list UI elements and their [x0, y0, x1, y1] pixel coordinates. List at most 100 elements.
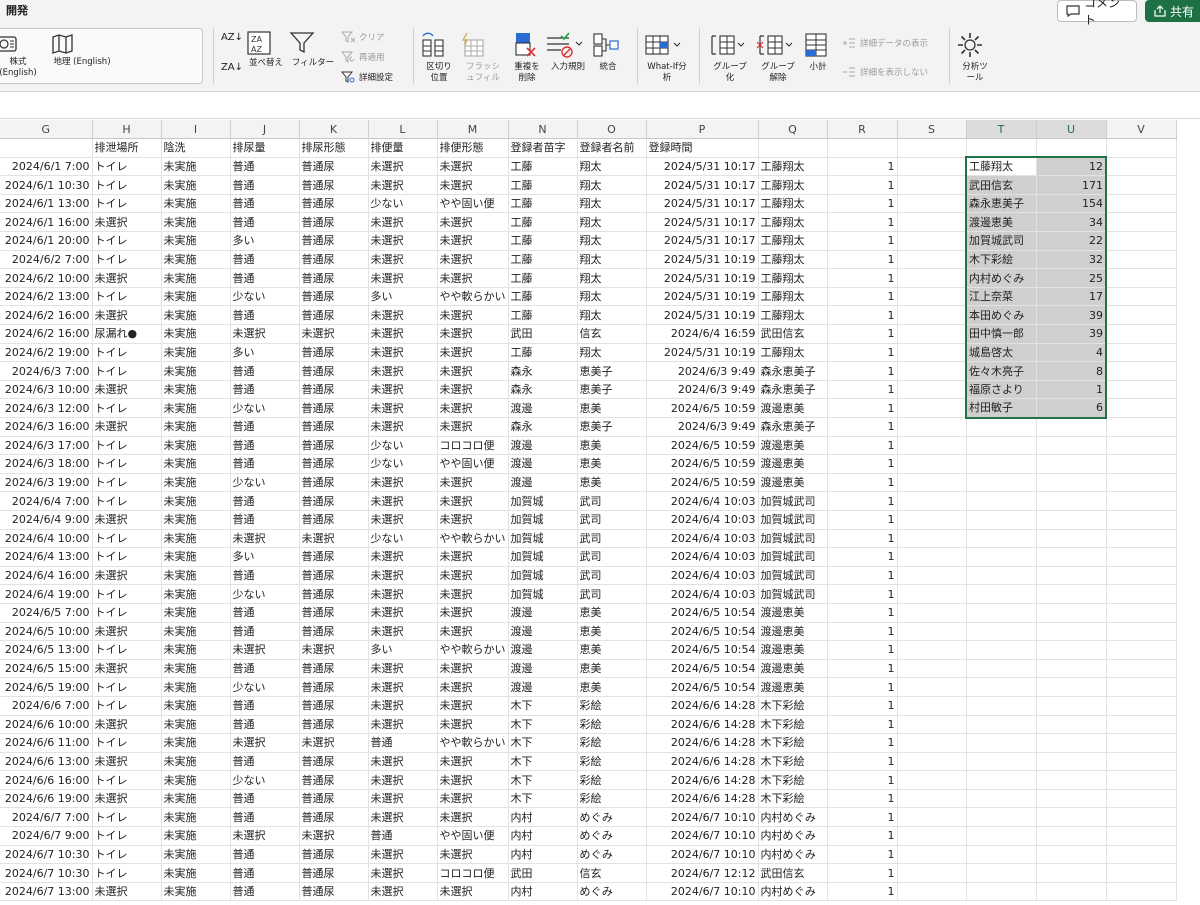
cell[interactable]: 1	[827, 752, 898, 772]
cell[interactable]: 森永恵美子	[758, 361, 828, 381]
cell[interactable]: 内村めぐみ	[758, 807, 828, 828]
cell[interactable]	[897, 343, 967, 363]
cell[interactable]: 未選択	[368, 473, 438, 493]
cell[interactable]: 未選択	[230, 529, 300, 549]
cell[interactable]: トイレ	[92, 194, 162, 214]
formula-bar[interactable]	[0, 93, 1200, 119]
cell[interactable]: 2024/6/2 13:00	[0, 287, 93, 307]
cell[interactable]	[1036, 882, 1107, 902]
cell[interactable]: 未選択	[299, 826, 369, 846]
cell[interactable]: 2024/6/3 12:00	[0, 398, 93, 418]
cell[interactable]: 未実施	[161, 529, 231, 549]
cell[interactable]: 木下彩絵	[758, 752, 828, 772]
cell[interactable]: 未選択	[368, 603, 438, 623]
cell[interactable]: トイレ	[92, 454, 162, 474]
cell[interactable]: 未選択	[92, 510, 162, 530]
cell[interactable]	[1106, 436, 1177, 456]
cell[interactable]: 普通	[230, 212, 300, 233]
cell[interactable]: めぐみ	[577, 845, 647, 865]
cell[interactable]: 未実施	[161, 640, 231, 660]
cell[interactable]: 翔太	[577, 268, 647, 288]
cell[interactable]: 未選択	[368, 677, 438, 697]
cell[interactable]: コロコロ便	[437, 863, 509, 883]
cell[interactable]	[966, 863, 1037, 883]
cell[interactable]	[1036, 845, 1107, 865]
cell[interactable]	[897, 361, 967, 381]
cell[interactable]	[1106, 547, 1177, 567]
cell[interactable]: 未選択	[437, 380, 509, 400]
cell[interactable]: 渡邊	[508, 473, 578, 493]
cell[interactable]: 未実施	[161, 175, 231, 195]
cell[interactable]: 未実施	[161, 417, 231, 437]
cell[interactable]: 彩絵	[577, 696, 647, 716]
cell[interactable]	[966, 715, 1037, 735]
cell[interactable]: 渡邊	[508, 677, 578, 697]
cell[interactable]: 未選択	[437, 882, 509, 902]
cell[interactable]: 木下	[508, 770, 578, 790]
cell[interactable]: 少ない	[230, 398, 300, 418]
cell[interactable]: トイレ	[92, 696, 162, 716]
cell[interactable]: 渡邊恵美	[758, 622, 828, 642]
cell[interactable]: 未実施	[161, 733, 231, 753]
cell[interactable]: 未選択	[368, 659, 438, 679]
cell[interactable]: 普通尿	[299, 231, 369, 251]
cell[interactable]: 工藤	[508, 287, 578, 307]
cell[interactable]: 普通尿	[299, 212, 369, 233]
cell[interactable]: 未選択	[368, 157, 438, 177]
cell[interactable]: 2024/6/4 10:03	[646, 510, 759, 530]
cell[interactable]: 加賀城武司	[758, 491, 828, 511]
cell[interactable]: 武司	[577, 529, 647, 549]
cell[interactable]: 1	[827, 640, 898, 660]
cell[interactable]	[897, 845, 967, 865]
cell[interactable]: 1	[827, 380, 898, 400]
cell[interactable]	[1106, 250, 1177, 270]
cell[interactable]: 1	[827, 324, 898, 344]
cell[interactable]	[1106, 510, 1177, 530]
cell[interactable]: 普通尿	[299, 715, 369, 735]
cell[interactable]: 少ない	[368, 454, 438, 474]
cell[interactable]: 未選択	[437, 473, 509, 493]
cell[interactable]: 未選択	[230, 733, 300, 753]
cell[interactable]: 34	[1036, 212, 1107, 233]
cell[interactable]: 普通尿	[299, 343, 369, 363]
cell[interactable]: 恵美	[577, 640, 647, 660]
cell[interactable]	[897, 677, 967, 697]
cell[interactable]	[897, 398, 967, 418]
cell[interactable]	[966, 807, 1037, 828]
cell[interactable]: 2024/6/4 10:03	[646, 547, 759, 567]
cell[interactable]: 2024/5/31 10:17	[646, 231, 759, 251]
cell[interactable]	[1106, 175, 1177, 195]
cell[interactable]: 工藤翔太	[758, 175, 828, 195]
cell[interactable]: 未選択	[368, 882, 438, 902]
cell[interactable]: 2024/6/3 16:00	[0, 417, 93, 437]
cell[interactable]	[966, 696, 1037, 716]
cell[interactable]: 12	[1036, 156, 1107, 177]
cell[interactable]: 未実施	[161, 398, 231, 418]
cell[interactable]: 1	[827, 436, 898, 456]
cell[interactable]: 翔太	[577, 231, 647, 251]
cell[interactable]: 普通尿	[299, 770, 369, 790]
cell[interactable]: 2024/6/6 14:28	[646, 770, 759, 790]
cell[interactable]: 森永恵美子	[758, 380, 828, 400]
cell[interactable]: 未選択	[368, 584, 438, 604]
cell[interactable]: 2024/6/5 10:54	[646, 659, 759, 679]
cell[interactable]: 工藤翔太	[965, 156, 1037, 177]
cell[interactable]: 未実施	[161, 566, 231, 586]
cell[interactable]	[897, 640, 967, 660]
what-if-analysis-button[interactable]: What-If分析	[642, 30, 692, 84]
cell[interactable]: 2024/6/7 10:30	[0, 845, 93, 865]
cell[interactable]: トイレ	[92, 733, 162, 753]
cell[interactable]	[1036, 640, 1107, 660]
cell[interactable]: 普通尿	[299, 752, 369, 772]
cell[interactable]: 2024/6/4 16:00	[0, 566, 93, 586]
cell[interactable]	[1036, 566, 1107, 586]
cell[interactable]: 恵美	[577, 659, 647, 679]
cell[interactable]: 39	[1036, 324, 1107, 344]
cell[interactable]: 恵美子	[577, 417, 647, 437]
cell[interactable]: 2024/6/1 13:00	[0, 194, 93, 214]
cell[interactable]: 未実施	[161, 380, 231, 400]
cell[interactable]: 1	[827, 361, 898, 381]
text-to-columns-button[interactable]: 区切り位置	[419, 30, 459, 84]
cell[interactable]: 1	[827, 529, 898, 549]
cell[interactable]: 未選択	[368, 510, 438, 530]
